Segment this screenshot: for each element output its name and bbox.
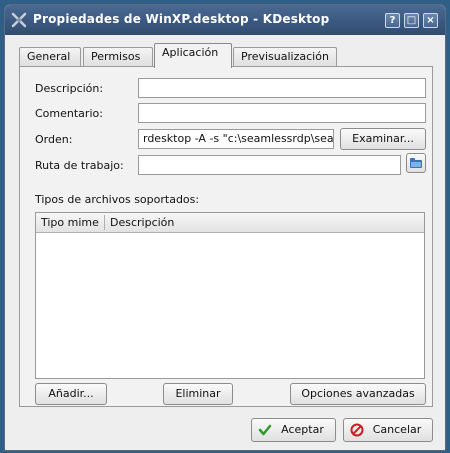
window-title: Propiedades de WinXP.desktop - KDesktop (33, 12, 330, 26)
aceptar-label: Aceptar (281, 423, 324, 436)
browse-folder-button[interactable] (406, 153, 426, 173)
column-header-mime[interactable]: Tipo mime (36, 213, 104, 232)
opciones-avanzadas-button[interactable]: Opciones avanzadas (290, 383, 426, 405)
close-button[interactable]: × (423, 13, 438, 28)
tab-previsualizacion[interactable]: Previsualización (233, 47, 337, 67)
tab-aplicacion[interactable]: Aplicación (154, 43, 232, 68)
ruta-input[interactable] (138, 155, 401, 175)
folder-icon (410, 158, 422, 168)
help-button[interactable]: ? (385, 13, 400, 28)
title-bar[interactable]: Propiedades de WinXP.desktop - KDesktop … (5, 5, 445, 35)
aceptar-button[interactable]: Aceptar (251, 418, 336, 442)
properties-dialog: Propiedades de WinXP.desktop - KDesktop … (4, 4, 446, 451)
kde-x-icon (11, 12, 27, 28)
examinar-button[interactable]: Examinar... (340, 128, 426, 150)
comentario-label: Comentario: (35, 107, 103, 120)
eliminar-button[interactable]: Eliminar (163, 383, 233, 405)
table-header: Tipo mime Descripción (36, 213, 424, 233)
descripcion-label: Descripción: (35, 82, 104, 95)
descripcion-input[interactable] (138, 78, 426, 98)
cancelar-button[interactable]: Cancelar (343, 418, 433, 442)
maximize-button[interactable]: □ (404, 13, 419, 28)
cancelar-label: Cancelar (372, 423, 422, 436)
filetypes-label: Tipos de archivos soportados: (35, 193, 200, 206)
checkmark-icon (258, 424, 272, 436)
cancel-icon (350, 423, 364, 437)
tab-permisos[interactable]: Permisos (83, 47, 153, 67)
application-panel: Descripción: Comentario: Orden: rdesktop… (19, 66, 433, 407)
comentario-input[interactable] (138, 103, 426, 123)
tab-general[interactable]: General (19, 47, 81, 67)
anadir-button[interactable]: Añadir... (35, 383, 107, 405)
ruta-label: Ruta de trabajo: (35, 159, 124, 172)
column-header-descripcion[interactable]: Descripción (105, 213, 174, 232)
filetypes-table[interactable]: Tipo mime Descripción (35, 212, 425, 379)
orden-label: Orden: (35, 133, 73, 146)
orden-input[interactable]: rdesktop -A -s "c:\seamlessrdp\seam (138, 129, 334, 149)
